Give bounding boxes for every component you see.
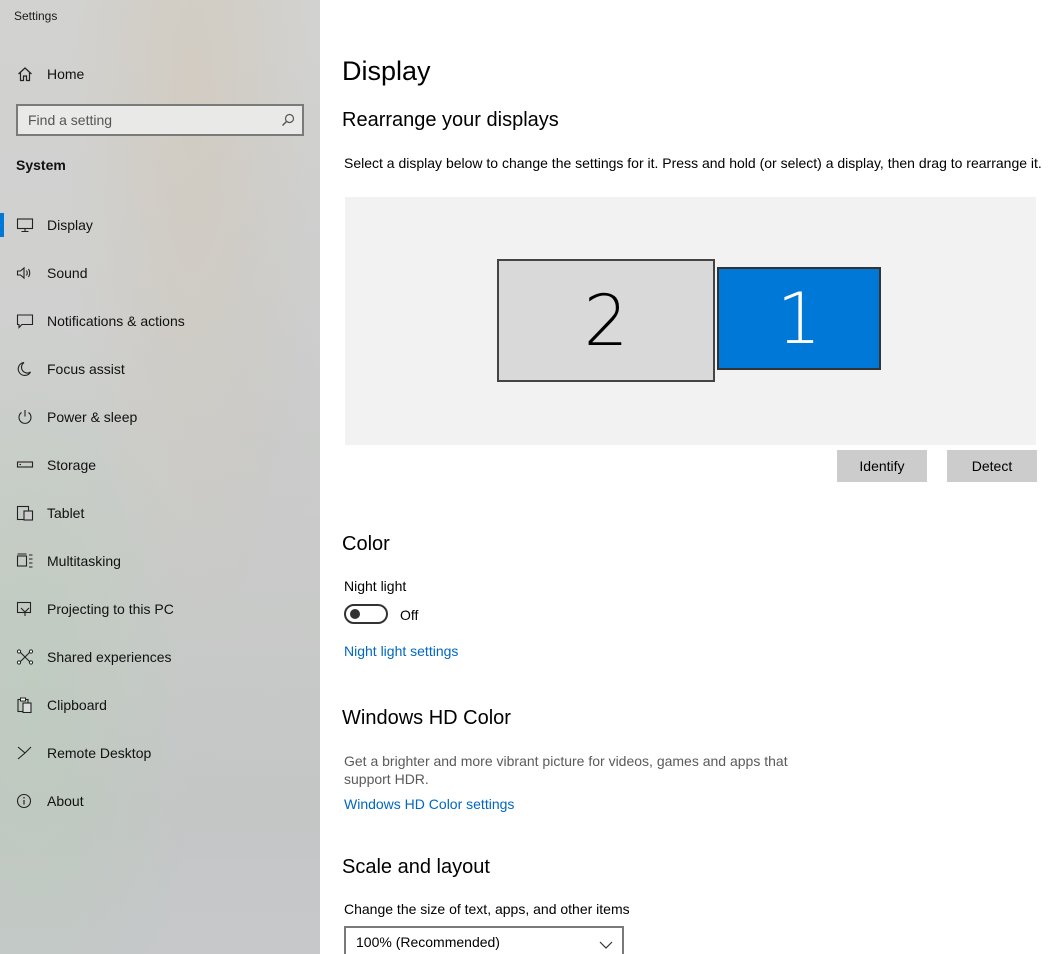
sidebar-item-label: Storage (47, 457, 97, 473)
sidebar-item-storage[interactable]: Storage (0, 445, 320, 485)
home-icon (17, 66, 33, 82)
scale-dropdown-value: 100% (Recommended) (356, 934, 500, 950)
sidebar-item-display[interactable]: Display (0, 205, 320, 245)
scale-label: Change the size of text, apps, and other… (344, 901, 630, 917)
rearrange-description: Select a display below to change the set… (344, 155, 1042, 171)
moon-icon (16, 361, 34, 377)
page-title: Display (342, 56, 431, 86)
sidebar-item-label: Remote Desktop (47, 745, 152, 761)
tablet-icon (16, 505, 34, 521)
main-content: Display Rearrange your displays Select a… (320, 0, 1061, 954)
night-light-state: Off (400, 607, 419, 623)
toggle-knob (350, 609, 360, 619)
selection-indicator (0, 213, 4, 237)
scale-dropdown[interactable]: 100% (Recommended) (344, 926, 624, 954)
projector-icon (16, 601, 34, 617)
chevron-down-icon (599, 937, 613, 949)
app-title: Settings (14, 9, 58, 23)
detect-button[interactable]: Detect (947, 450, 1037, 482)
multitasking-icon (16, 553, 34, 569)
clipboard-icon (16, 697, 34, 714)
sidebar-item-label: Tablet (47, 505, 85, 521)
speaker-icon (16, 265, 34, 281)
sidebar-item-label: Shared experiences (47, 649, 172, 665)
display-arrangement-area[interactable]: 2 1 (345, 197, 1036, 445)
sidebar-item-tablet[interactable]: Tablet (0, 493, 320, 533)
search-icon[interactable] (281, 113, 295, 127)
identify-button[interactable]: Identify (837, 450, 927, 482)
night-light-label: Night light (344, 578, 407, 594)
info-icon (16, 793, 34, 809)
sidebar-item-label: About (47, 793, 84, 809)
rearrange-heading: Rearrange your displays (342, 109, 559, 131)
hdr-settings-link[interactable]: Windows HD Color settings (344, 796, 514, 812)
monitor-icon (16, 217, 34, 233)
message-icon (16, 313, 34, 329)
scale-heading: Scale and layout (342, 856, 490, 878)
sidebar: Settings Home System Display Sound Notif… (0, 0, 320, 954)
sidebar-item-about[interactable]: About (0, 781, 320, 821)
sidebar-item-power-sleep[interactable]: Power & sleep (0, 397, 320, 437)
sidebar-item-label: Projecting to this PC (47, 601, 174, 617)
sidebar-item-remote-desktop[interactable]: Remote Desktop (0, 733, 320, 773)
remote-icon (16, 745, 34, 761)
night-light-settings-link[interactable]: Night light settings (344, 643, 458, 659)
sidebar-item-clipboard[interactable]: Clipboard (0, 685, 320, 725)
sidebar-item-sound[interactable]: Sound (0, 253, 320, 293)
sidebar-item-shared-experiences[interactable]: Shared experiences (0, 637, 320, 677)
sidebar-item-projecting[interactable]: Projecting to this PC (0, 589, 320, 629)
sidebar-item-label: Focus assist (47, 361, 125, 377)
share-icon (16, 649, 34, 665)
sidebar-item-label: Power & sleep (47, 409, 138, 425)
sidebar-item-label: Multitasking (47, 553, 121, 569)
sidebar-item-label: Notifications & actions (47, 313, 185, 329)
hdr-description: Get a brighter and more vibrant picture … (344, 753, 788, 787)
power-icon (16, 409, 34, 425)
display-1-tile[interactable]: 1 (717, 267, 881, 370)
color-heading: Color (342, 533, 390, 555)
night-light-toggle[interactable] (344, 604, 388, 624)
sidebar-item-focus-assist[interactable]: Focus assist (0, 349, 320, 389)
storage-icon (16, 457, 34, 473)
display-2-tile[interactable]: 2 (497, 259, 715, 382)
sidebar-home-label: Home (47, 66, 85, 82)
sidebar-home[interactable]: Home (0, 60, 320, 88)
hdr-heading: Windows HD Color (342, 707, 511, 729)
sidebar-item-label: Display (47, 217, 93, 233)
sidebar-item-label: Clipboard (47, 697, 107, 713)
search-input[interactable] (28, 112, 278, 128)
sidebar-item-notifications[interactable]: Notifications & actions (0, 301, 320, 341)
search-box[interactable] (16, 104, 304, 136)
sidebar-item-multitasking[interactable]: Multitasking (0, 541, 320, 581)
sidebar-item-label: Sound (47, 265, 88, 281)
section-label-system: System (16, 157, 66, 173)
